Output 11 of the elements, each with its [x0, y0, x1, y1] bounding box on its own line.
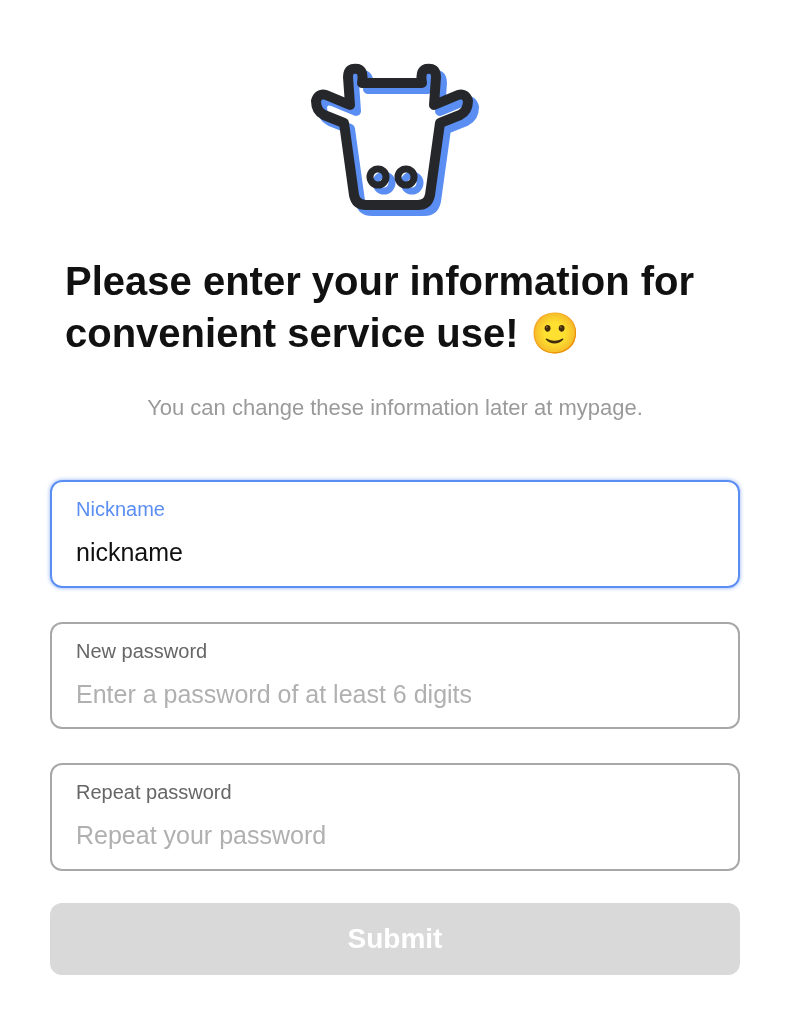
field-label: New password [76, 638, 209, 664]
field-input[interactable]: nickname [76, 534, 714, 572]
field-label: Repeat password [76, 780, 233, 805]
text-field[interactable]: Nickname nickname [50, 480, 740, 588]
text-field[interactable]: New password Enter a password of at least 6 digits [50, 621, 740, 729]
field-label: Nickname [76, 497, 166, 522]
page-title: Please enter your information for convenient service use! 🙂 [65, 258, 696, 357]
text-field[interactable]: Repeat password Repeat your password [50, 763, 740, 871]
subtitle: You can change these information later at mypage. [147, 394, 643, 422]
field-input[interactable]: Repeat your password [76, 817, 714, 855]
field-input[interactable]: Enter a password of at least 6 digits [76, 675, 714, 713]
